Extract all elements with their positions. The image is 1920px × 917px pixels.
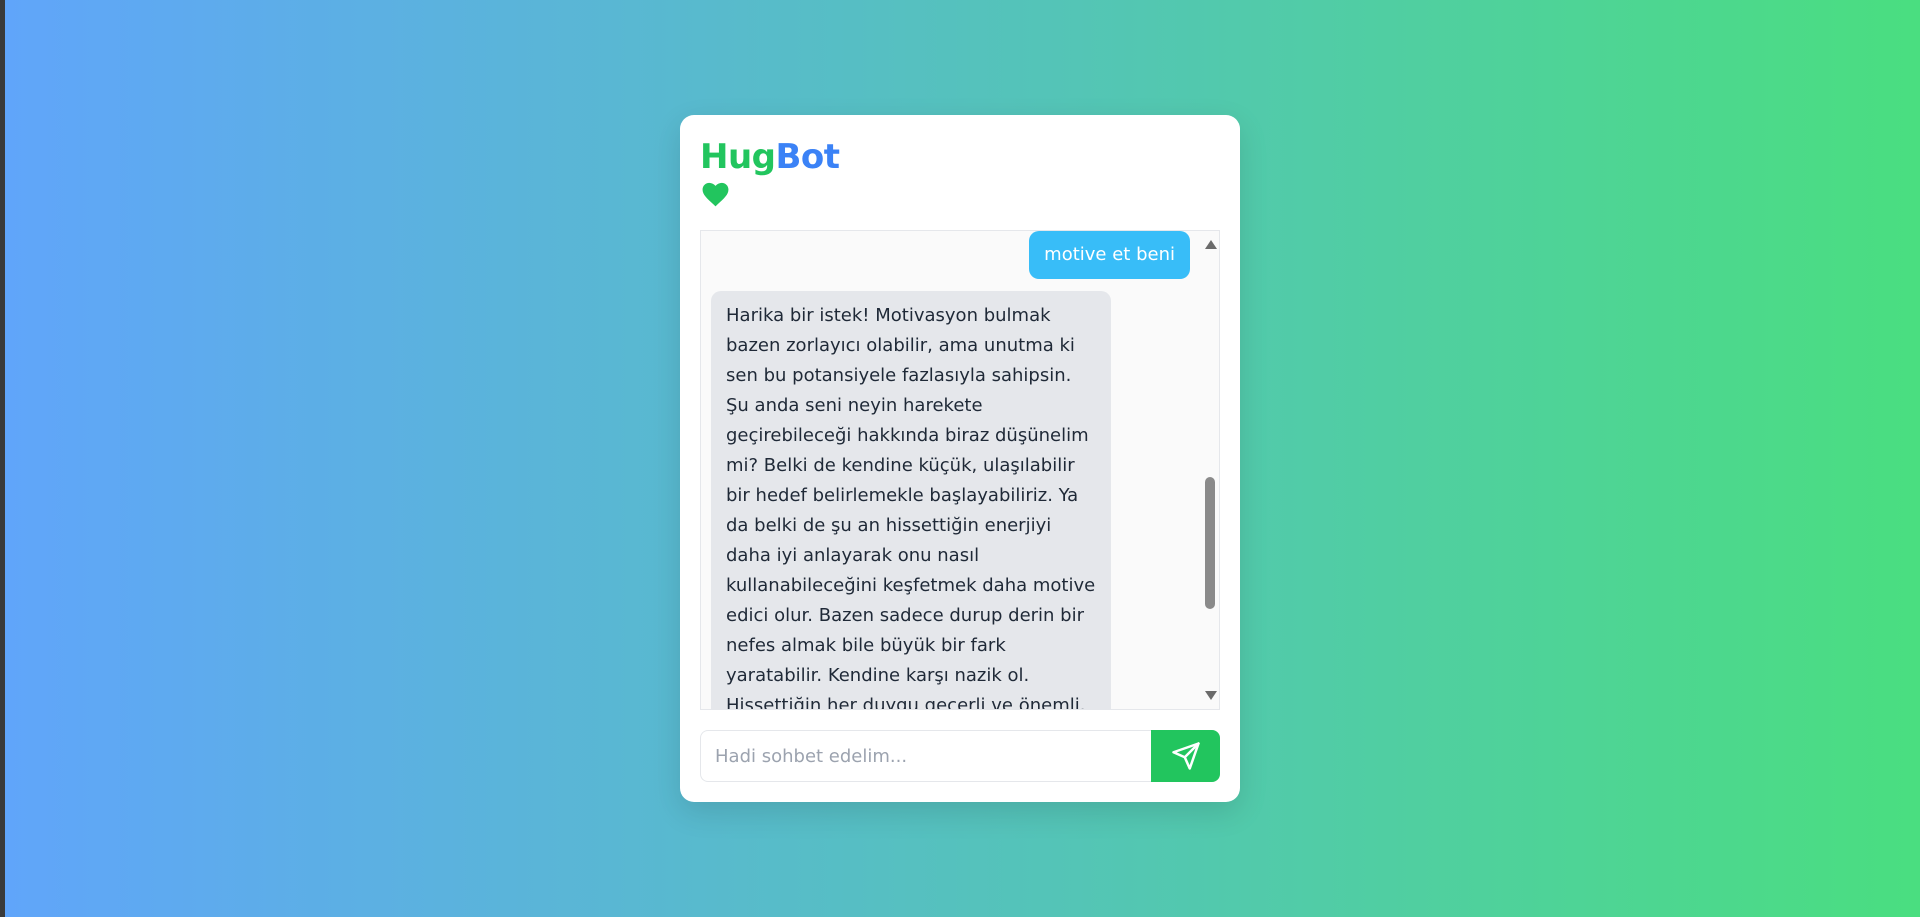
bot-message: Harika bir istek! Motivasyon bulmak baze… [711, 291, 1111, 709]
composer [700, 730, 1220, 782]
chat-scrollbar[interactable] [1201, 231, 1219, 709]
brand-bot: Bot [775, 137, 841, 177]
heart-icon [702, 182, 729, 207]
send-icon [1171, 742, 1200, 770]
chat-card: HugBot motive et beni Harika bir istek! … [680, 115, 1240, 802]
brand-hug: Hug [700, 137, 776, 177]
scrollbar-thumb[interactable] [1205, 477, 1215, 609]
app-logo: HugBot [700, 137, 840, 177]
chat-log[interactable]: motive et beni Harika bir istek! Motivas… [700, 230, 1220, 710]
message-input[interactable] [700, 730, 1152, 782]
user-message: motive et beni [1029, 231, 1190, 279]
scroll-up-arrow-icon[interactable] [1205, 240, 1217, 249]
send-button[interactable] [1151, 730, 1220, 782]
scroll-down-arrow-icon[interactable] [1205, 691, 1217, 700]
